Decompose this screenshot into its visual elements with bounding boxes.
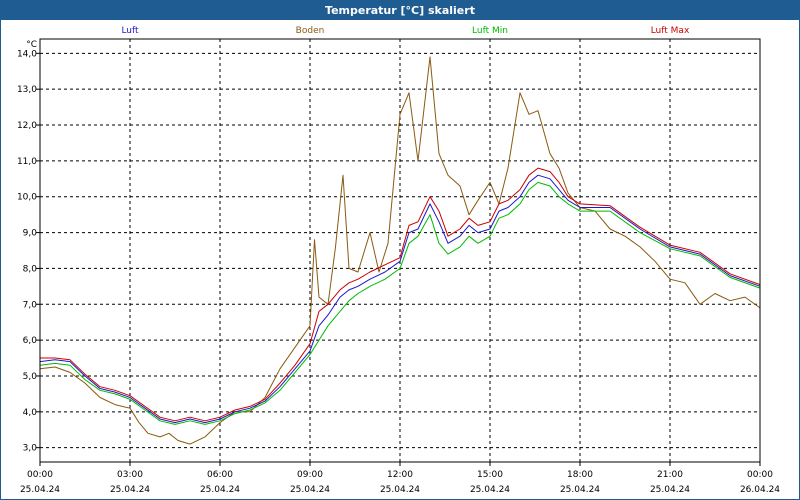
x-tick-label: 15:00 [477,470,503,480]
y-tick-label: 4,0 [23,408,38,418]
y-axis: 3,0 4,0 5,0 6,0 7,0 8,0 9,0 10,0 11,0 12,0 13,0 14,… [17,40,40,454]
temperature-chart: Luft Boden Luft Min Luft Max 3,0 4,0 5,0 6,0 7,… [17,26,780,495]
x-tick-date: 25.04.24 [650,485,690,495]
y-tick-label: 13,0 [17,85,37,95]
x-tick-date: 25.04.24 [380,485,420,495]
legend-item: Luft [121,26,139,36]
y-tick-label: 5,0 [23,372,38,382]
x-tick-label: 21:00 [657,470,683,480]
y-tick-label: 11,0 [17,157,37,167]
x-tick-label: 03:00 [117,470,143,480]
x-tick-date: 25.04.24 [290,485,330,495]
x-axis: 00:00 25.04.24 03:00 25.04.24 06:00 25.04.24 0… [20,462,780,495]
x-tick-date: 26.04.24 [740,485,780,495]
x-tick-label: 09:00 [297,470,323,480]
y-tick-label: 10,0 [17,193,37,203]
x-tick-date: 25.04.24 [200,485,240,495]
x-tick-label: 18:00 [567,470,593,480]
y-tick-label: 7,0 [23,300,38,310]
x-tick-date: 25.04.24 [560,485,600,495]
grid [40,39,760,462]
x-tick-label: 12:00 [387,470,413,480]
x-tick-label: 00:00 [27,470,53,480]
y-tick-label: 14,0 [17,49,37,59]
legend-item: Luft Max [651,26,690,36]
y-tick-label: 8,0 [23,264,38,274]
legend-item: Boden [296,26,325,36]
legend: Luft Boden Luft Min Luft Max [121,26,690,36]
legend-item: Luft Min [472,26,508,36]
x-tick-label: 00:00 [747,470,773,480]
y-tick-label: 6,0 [23,336,38,346]
x-tick-date: 25.04.24 [470,485,510,495]
x-tick-label: 06:00 [207,470,233,480]
x-tick-date: 25.04.24 [110,485,150,495]
y-unit-label: °C [26,40,37,50]
y-tick-label: 12,0 [17,121,37,131]
x-tick-date: 25.04.24 [20,485,60,495]
y-tick-label: 3,0 [23,444,38,454]
y-tick-label: 9,0 [23,229,38,239]
